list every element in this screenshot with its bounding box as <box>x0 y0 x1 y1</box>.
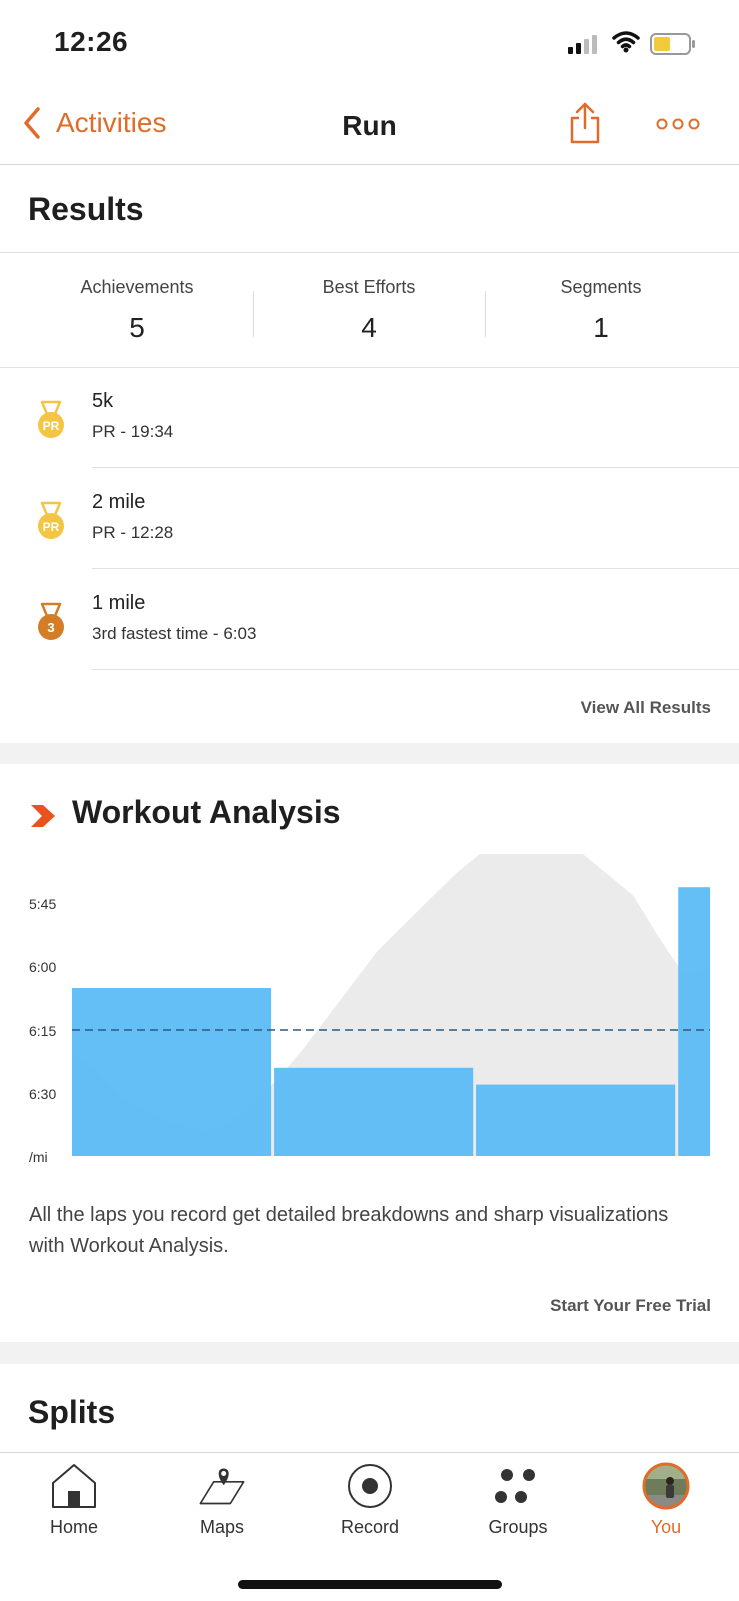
pr-medal-icon: PR <box>38 400 64 438</box>
svg-text:PR: PR <box>43 419 60 433</box>
y-tick-label: 5:45 <box>29 896 56 912</box>
y-tick-label: 6:00 <box>29 959 56 975</box>
result-subtitle: PR - 12:28 <box>92 523 174 542</box>
result-subtitle: 3rd fastest time - 6:03 <box>92 624 257 643</box>
result-item[interactable]: PR 2 mile PR - 12:28 <box>0 469 739 569</box>
tab-label: Groups <box>488 1517 548 1537</box>
workout-analysis-description: All the laps you record get detailed bre… <box>29 1204 669 1257</box>
stat-value: 5 <box>129 312 145 343</box>
result-subtitle: PR - 19:34 <box>92 422 174 441</box>
stat-segments[interactable]: Segments 1 <box>486 277 716 344</box>
result-item[interactable]: 3 1 mile 3rd fastest time - 6:03 <box>0 570 739 670</box>
signal-icon <box>568 35 597 54</box>
y-tick-label: 6:15 <box>29 1023 56 1039</box>
view-all-results-link[interactable]: View All Results <box>581 698 711 718</box>
map-icon <box>199 1468 245 1505</box>
stat-value: 1 <box>593 312 609 343</box>
share-icon[interactable] <box>568 100 602 146</box>
tab-you[interactable]: You <box>592 1453 739 1553</box>
results-title: Results <box>28 191 144 227</box>
result-title: 5k <box>92 390 114 412</box>
record-icon <box>348 1464 392 1508</box>
row-divider <box>92 669 739 670</box>
status-time: 12:26 <box>54 26 129 57</box>
row-divider <box>92 467 739 468</box>
workout-analysis-card: Workout Analysis 5:45 6:00 6:15 6:30/mi All… <box>0 764 739 1342</box>
chevron-left-icon <box>24 107 40 139</box>
y-tick-label: /mi <box>29 1149 48 1165</box>
svg-text:PR: PR <box>43 520 60 534</box>
home-icon <box>52 1464 96 1508</box>
avatar-icon <box>642 1462 690 1510</box>
result-title: 1 mile <box>92 592 146 614</box>
lap-bar[interactable] <box>72 988 272 1156</box>
wifi-icon <box>612 31 640 53</box>
tab-label: Record <box>340 1517 400 1537</box>
back-label: Activities <box>56 107 167 138</box>
result-title: 2 mile <box>92 491 146 513</box>
lap-bar[interactable] <box>476 1084 676 1156</box>
results-card: Results Achievements 5 Best Efforts 4 Se… <box>0 165 739 743</box>
stat-label: Achievements <box>80 277 194 297</box>
nav-bar: Activities Run <box>0 92 739 165</box>
tab-bar: Home Maps Record Groups You <box>0 1452 739 1601</box>
battery-icon <box>650 33 695 55</box>
start-free-trial-link[interactable]: Start Your Free Trial <box>550 1296 711 1316</box>
workout-analysis-title: Workout Analysis <box>72 794 341 830</box>
y-tick-label: 6:30 <box>29 1086 56 1102</box>
stat-best-efforts[interactable]: Best Efforts 4 <box>254 277 484 344</box>
lap-bar[interactable] <box>274 1067 474 1156</box>
tab-record[interactable]: Record <box>296 1453 444 1553</box>
pr-medal-icon: PR <box>38 501 64 539</box>
results-stats: Achievements 5 Best Efforts 4 Segments 1 <box>0 253 739 363</box>
row-divider <box>92 568 739 569</box>
back-button[interactable]: Activities <box>22 106 166 140</box>
svg-text:3: 3 <box>47 620 54 635</box>
splits-card: Splits <box>0 1364 739 1464</box>
result-item[interactable]: PR 5k PR - 19:34 <box>0 368 739 468</box>
chevron-right-icon <box>31 805 55 827</box>
workout-analysis-chart: 5:45 6:00 6:15 6:30/mi <box>29 854 710 1165</box>
third-place-medal-icon: 3 <box>38 602 64 640</box>
stat-label: Segments <box>560 277 642 297</box>
stat-achievements[interactable]: Achievements 5 <box>22 277 252 344</box>
tab-label: Home <box>49 1517 98 1537</box>
tab-maps[interactable]: Maps <box>148 1453 296 1553</box>
groups-icon <box>495 1469 535 1503</box>
stat-label: Best Efforts <box>322 277 416 297</box>
tab-groups[interactable]: Groups <box>444 1453 592 1553</box>
tab-label: Maps <box>199 1517 244 1537</box>
lap-bar[interactable] <box>678 887 710 1156</box>
splits-title: Splits <box>28 1394 116 1430</box>
more-icon[interactable] <box>655 114 701 134</box>
home-indicator <box>238 1580 502 1589</box>
tab-home[interactable]: Home <box>0 1453 148 1553</box>
stat-value: 4 <box>361 312 377 343</box>
status-bar: 12:26 <box>0 0 739 92</box>
tab-label: You <box>650 1517 682 1537</box>
